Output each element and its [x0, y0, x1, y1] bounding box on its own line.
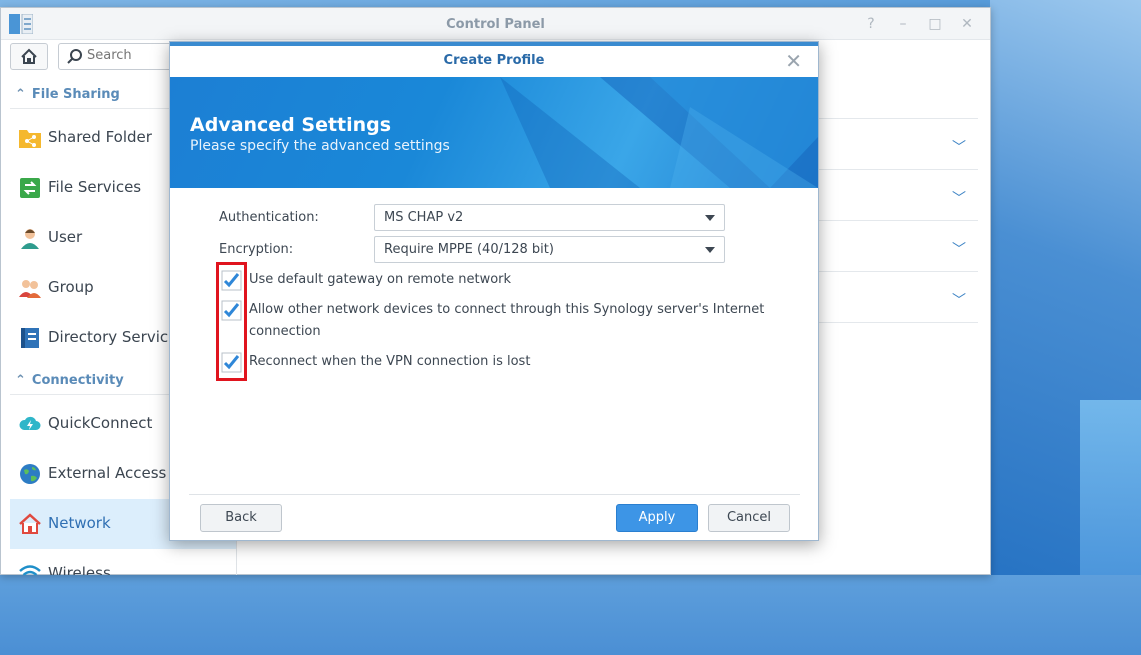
- section-header-file-sharing[interactable]: ⌃ File Sharing: [15, 87, 120, 107]
- network-icon: [19, 513, 41, 534]
- dialog-top-accent: [170, 42, 818, 46]
- group-icon: [19, 280, 41, 298]
- create-profile-dialog: Create Profile ✕ Advanced Settings Pleas…: [169, 41, 819, 541]
- home-button[interactable]: [10, 43, 48, 70]
- external-access-icon: [20, 464, 40, 484]
- dialog-title: Create Profile: [443, 53, 545, 68]
- close-icon[interactable]: ✕: [785, 49, 802, 73]
- authentication-value: MS CHAP v2: [384, 210, 464, 225]
- help-icon[interactable]: ?: [862, 15, 880, 33]
- sidebar-item-label: Group: [48, 278, 94, 296]
- sidebar-item-label: User: [48, 228, 83, 246]
- home-icon: [21, 48, 37, 64]
- back-button[interactable]: Back: [200, 504, 282, 532]
- chevron-down-icon[interactable]: ﹀: [952, 239, 966, 259]
- sidebar-item-label: Directory Service: [48, 328, 178, 346]
- dialog-footer-divider: [189, 494, 800, 495]
- sidebar-item-wireless[interactable]: Wireless: [10, 549, 236, 575]
- authentication-select[interactable]: MS CHAP v2: [374, 204, 725, 231]
- dropdown-arrow-icon: [705, 215, 715, 221]
- minimize-icon[interactable]: –: [894, 15, 912, 33]
- dropdown-arrow-icon: [705, 247, 715, 253]
- allow-network-devices-label-line1: Allow other network devices to connect t…: [249, 302, 765, 317]
- banner-subtitle: Please specify the advanced settings: [190, 138, 450, 154]
- chevron-down-icon[interactable]: ﹀: [952, 188, 966, 208]
- sidebar-item-label: File Services: [48, 178, 142, 196]
- allow-network-devices-label-line2: connection: [249, 324, 321, 339]
- sidebar-item-label: External Access: [48, 464, 167, 482]
- section-header-connectivity[interactable]: ⌃ Connectivity: [15, 373, 124, 393]
- chevron-down-icon[interactable]: ﹀: [952, 290, 966, 310]
- reconnect-vpn-label: Reconnect when the VPN connection is los…: [249, 354, 531, 369]
- sidebar-item-label: Wireless: [48, 564, 111, 575]
- desktop-wallpaper-bottom: [0, 575, 1141, 655]
- sidebar-item-label: Shared Folder: [48, 128, 152, 146]
- maximize-icon[interactable]: □: [926, 15, 944, 33]
- chevron-down-icon[interactable]: ﹀: [952, 137, 966, 157]
- wireless-icon: [19, 565, 41, 575]
- authentication-label: Authentication:: [219, 210, 319, 225]
- chevron-up-icon: ⌃: [15, 373, 26, 388]
- shared-folder-icon: [19, 130, 41, 148]
- encryption-value: Require MPPE (40/128 bit): [384, 242, 554, 257]
- default-gateway-label: Use default gateway on remote network: [249, 272, 512, 287]
- apply-button[interactable]: Apply: [616, 504, 698, 532]
- window-title: Control Panel: [446, 17, 545, 32]
- chevron-up-icon: ⌃: [15, 87, 26, 102]
- dialog-banner: Advanced Settings Please specify the adv…: [170, 77, 818, 188]
- encryption-label: Encryption:: [219, 242, 294, 257]
- directory-service-icon: [21, 328, 39, 348]
- highlight-annotation-box: [216, 262, 247, 381]
- window-titlebar[interactable]: Control Panel ? – □ ✕: [1, 8, 990, 40]
- sidebar-item-label: QuickConnect: [48, 414, 153, 432]
- user-icon: [21, 229, 39, 249]
- file-services-icon: [20, 178, 40, 198]
- banner-title: Advanced Settings: [190, 114, 392, 136]
- sidebar-item-label: Network: [48, 514, 111, 532]
- encryption-select[interactable]: Require MPPE (40/128 bit): [374, 236, 725, 263]
- window-controls: ? – □ ✕: [862, 15, 976, 33]
- quickconnect-icon: [19, 416, 41, 430]
- close-icon[interactable]: ✕: [958, 15, 976, 33]
- cancel-button[interactable]: Cancel: [708, 504, 790, 532]
- search-icon: [67, 49, 82, 64]
